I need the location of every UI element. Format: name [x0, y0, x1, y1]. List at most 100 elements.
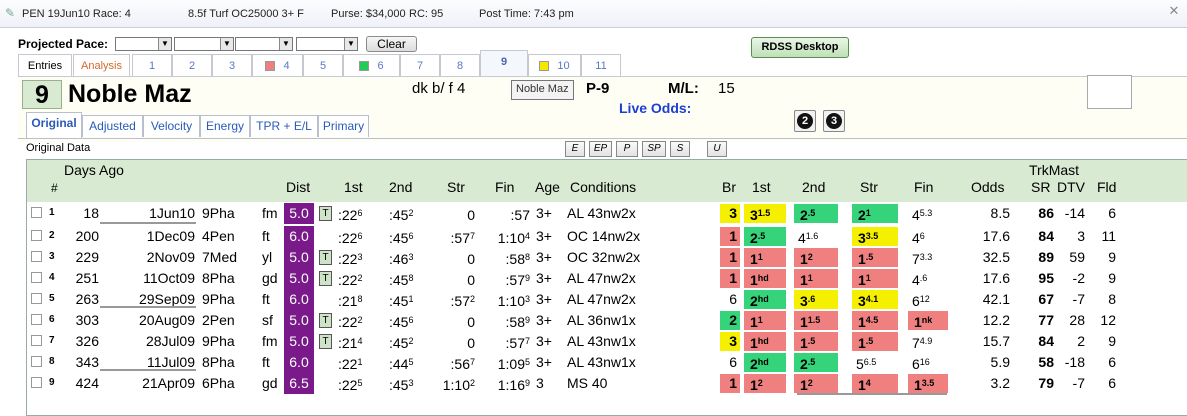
distance: 5.0	[284, 331, 314, 352]
call-stretch: 56.5	[852, 353, 898, 372]
pace-combo-1[interactable]: ▼	[115, 37, 172, 51]
grid-header: Days Ago # Dist 1st 2nd Str Fin Age Cond…	[27, 160, 1187, 202]
dtv: 3	[1077, 228, 1085, 244]
close-icon[interactable]: ✕	[1167, 4, 1181, 18]
race-date: 11Oct09	[143, 270, 195, 286]
row-select-checkbox[interactable]	[31, 251, 42, 262]
tab-race-4[interactable]: 4	[252, 54, 303, 76]
field-size: 6	[1108, 354, 1116, 370]
tab-entries[interactable]: Entries	[18, 54, 72, 76]
first-call-time-sup: 8	[357, 294, 363, 304]
break-position: 2	[720, 311, 740, 330]
final-time-value: :57	[510, 207, 530, 223]
dtv: 28	[1069, 312, 1085, 328]
pace-combo-4[interactable]: ▼	[296, 37, 358, 51]
call-2nd-value: 4	[798, 230, 806, 246]
tab-race-11[interactable]: 11	[581, 54, 621, 76]
pace-combo-2[interactable]: ▼	[174, 37, 234, 51]
tab-race-label: 4	[283, 60, 290, 72]
filter-s-button[interactable]: S	[670, 141, 690, 157]
second-call-time-value: :45	[389, 335, 409, 351]
tab-view-tpr-e-l[interactable]: TPR + E/L	[250, 115, 318, 137]
stretch-time-value: 0	[467, 207, 475, 223]
tab-race-6[interactable]: 6	[343, 54, 400, 76]
row-select-checkbox[interactable]	[31, 314, 42, 325]
tab-race-7[interactable]: 7	[400, 54, 440, 76]
row-select-checkbox[interactable]	[31, 207, 42, 218]
turf-indicator: T	[319, 271, 332, 286]
odds: 17.6	[982, 270, 1010, 286]
tab-race-9[interactable]: 9	[480, 50, 528, 77]
tab-race-5[interactable]: 5	[303, 54, 343, 76]
tab-view-original[interactable]: Original	[26, 112, 82, 139]
call-finish: 13.5	[908, 374, 948, 393]
race-conditions: AL 47nw2x	[567, 291, 636, 307]
row-number: 6	[49, 314, 55, 325]
call-finish: 74.9	[908, 332, 948, 351]
row-select-checkbox[interactable]	[31, 293, 42, 304]
pace-combo-3[interactable]: ▼	[235, 37, 293, 51]
final-time: :588	[482, 247, 530, 267]
filter-p-button[interactable]: P	[616, 141, 638, 157]
call-stretch: 33.5	[852, 227, 898, 246]
row-select-checkbox[interactable]	[31, 230, 42, 241]
call-finish-sup: 5.3	[919, 208, 933, 218]
tab-race-3[interactable]: 3	[212, 54, 252, 76]
second-call-time-sup: 1	[408, 294, 414, 304]
option-3-button[interactable]: 3	[823, 110, 845, 132]
tab-view-energy[interactable]: Energy	[200, 115, 250, 137]
option-2-button[interactable]: 2	[794, 110, 816, 132]
tab-race-1[interactable]: 1	[132, 54, 172, 76]
row-select-checkbox[interactable]	[31, 377, 42, 388]
table-row: 9 424 21Apr09 6Pha gd 6.5:225:453 1:102 1:169 3 M…	[27, 373, 1187, 394]
tab-analysis[interactable]: Analysis	[73, 54, 130, 76]
turf-indicator: T	[319, 334, 332, 349]
filter-e-button[interactable]: E	[565, 141, 585, 157]
stretch-time-value: 0	[467, 314, 475, 330]
first-call-time: :222	[338, 310, 362, 330]
header-trkmast: TrkMast	[1029, 162, 1080, 178]
break-position: 6	[729, 354, 737, 370]
row-select-checkbox[interactable]	[31, 356, 42, 367]
race-marker-icon	[265, 61, 276, 72]
clear-button[interactable]: Clear	[366, 36, 417, 52]
call-1st: 11	[744, 311, 786, 330]
tab-race-8[interactable]: 8	[440, 54, 480, 76]
days-ago: 343	[75, 354, 99, 370]
stretch-time: 0	[427, 203, 475, 223]
days-ago: 18	[83, 205, 99, 221]
filter-u-button[interactable]: U	[707, 141, 727, 157]
final-time-value: 1:10	[497, 230, 525, 246]
age-restriction: 3+	[536, 291, 552, 307]
call-1st: 2.5	[744, 227, 786, 246]
row-select-checkbox[interactable]	[31, 335, 42, 346]
tab-race-2[interactable]: 2	[172, 54, 212, 76]
stretch-time-value: :57	[450, 293, 470, 309]
first-call-time-sup: 3	[357, 252, 363, 262]
filter-ep-button[interactable]: EP	[589, 141, 612, 157]
call-2nd-value: 1	[800, 335, 808, 351]
call-2nd-value: 3	[800, 293, 808, 309]
row-number: 8	[49, 356, 55, 367]
first-call-time-value: :22	[338, 377, 358, 393]
tab-view-primary[interactable]: Primary	[318, 115, 369, 137]
race-conditions: AL 43nw1x	[567, 354, 636, 370]
call-stretch-sup: 1	[865, 208, 871, 218]
first-call-time-value: :22	[338, 314, 358, 330]
row-select-checkbox[interactable]	[31, 272, 42, 283]
final-time-sup: 4	[524, 231, 530, 241]
title-bar: ✎ PEN 19Jun10 Race: 4 8.5f Turf OC25000 …	[0, 0, 1187, 28]
call-stretch-sup: 4.5	[865, 315, 879, 325]
filter-sp-button[interactable]: SP	[642, 141, 666, 157]
second-call-time: :456	[389, 226, 413, 246]
tab-view-adjusted[interactable]: Adjusted	[82, 115, 143, 137]
race-conditions: AL 36nw1x	[567, 312, 636, 328]
header-dtv: DTV	[1057, 179, 1085, 195]
tab-race-10[interactable]: 10	[528, 54, 581, 76]
rdss-desktop-button[interactable]: RDSS Desktop	[751, 37, 849, 58]
speed-rating: 77	[1038, 312, 1054, 328]
tab-view-velocity[interactable]: Velocity	[143, 115, 200, 137]
first-call-time-value: :22	[338, 230, 358, 246]
dtv: 59	[1069, 249, 1085, 265]
stretch-time-value: 1:10	[442, 377, 470, 393]
